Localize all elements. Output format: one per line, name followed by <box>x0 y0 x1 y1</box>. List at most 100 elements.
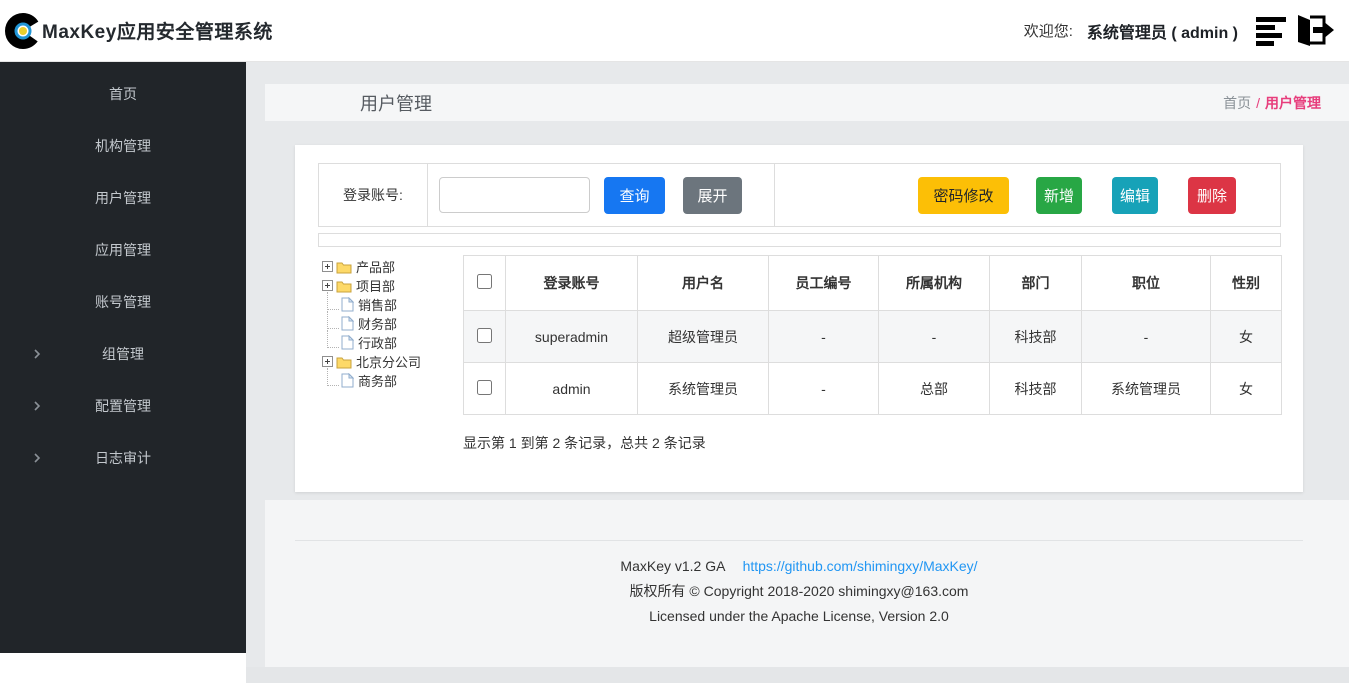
expand-button[interactable]: 展开 <box>683 177 742 214</box>
sidebar-item-group-management[interactable]: 组管理 <box>0 328 246 380</box>
file-icon <box>341 373 354 388</box>
tree-connector <box>327 311 339 329</box>
cell-user-name: 系统管理员 <box>638 363 769 415</box>
tree-node-beijing-branch[interactable]: 北京分公司 <box>322 352 462 371</box>
bottom-strip <box>246 667 1349 683</box>
column-header: 员工编号 <box>769 256 879 311</box>
cell-organization: 总部 <box>879 363 990 415</box>
breadcrumb: 首页/用户管理 <box>1223 93 1321 113</box>
folder-icon <box>336 279 352 293</box>
edit-button[interactable]: 编辑 <box>1112 177 1158 214</box>
cell-gender: 女 <box>1211 363 1282 415</box>
sidebar-item-label: 首页 <box>109 84 137 104</box>
plus-square-icon[interactable] <box>322 261 333 272</box>
folder-icon <box>336 355 352 369</box>
sidebar-item-label: 应用管理 <box>95 240 151 260</box>
breadcrumb-current: 用户管理 <box>1265 95 1321 111</box>
add-button[interactable]: 新增 <box>1036 177 1082 214</box>
sidebar-item-user-management[interactable]: 用户管理 <box>0 172 246 224</box>
footer-text: MaxKey v1.2 GA https://github.com/shimin… <box>295 558 1303 631</box>
tree-node-sales-dept[interactable]: 销售部 <box>322 295 462 314</box>
folder-icon <box>336 260 352 274</box>
page-title-bar: 用户管理 首页/用户管理 <box>265 84 1349 121</box>
sidebar-item-audit-log[interactable]: 日志审计 <box>0 432 246 484</box>
footer-github-link[interactable]: https://github.com/shimingxy/MaxKey/ <box>743 558 978 574</box>
header-right: 欢迎您: 系统管理员 ( admin ) <box>1024 13 1349 49</box>
cell-gender: 女 <box>1211 311 1282 363</box>
search-toolbar: 登录账号: 查询 展开 密码修改 新增 编辑 删除 <box>318 163 1281 227</box>
footer-divider <box>295 540 1303 541</box>
cell-department: 科技部 <box>990 363 1082 415</box>
top-header: MaxKey应用安全管理系统 欢迎您: 系统管理员 ( admin ) <box>0 0 1349 62</box>
sidebar-item-label: 用户管理 <box>95 188 151 208</box>
tree-node-project-dept[interactable]: 项目部 <box>322 276 462 295</box>
cell-login-account: admin <box>506 363 638 415</box>
logout-icon[interactable] <box>1293 13 1335 49</box>
chevron-right-icon <box>32 400 42 412</box>
cell-user-name: 超级管理员 <box>638 311 769 363</box>
main-content: 用户管理 首页/用户管理 登录账号: 查询 展开 密码修改 新增 编辑 删除 <box>246 62 1349 683</box>
users-table: 登录账号 用户名 员工编号 所属机构 部门 职位 性别 superad <box>463 255 1282 415</box>
sidebar-item-home[interactable]: 首页 <box>0 68 246 120</box>
table-header-row: 登录账号 用户名 员工编号 所属机构 部门 职位 性别 <box>464 256 1282 311</box>
record-summary: 显示第 1 到第 2 条记录，总共 2 条记录 <box>463 433 706 453</box>
cell-position: - <box>1082 311 1211 363</box>
login-account-input[interactable] <box>439 177 590 213</box>
tree-node-label: 产品部 <box>356 257 395 276</box>
file-icon <box>341 335 354 350</box>
table-row[interactable]: superadmin 超级管理员 - - 科技部 - 女 <box>464 311 1282 363</box>
cell-organization: - <box>879 311 990 363</box>
cell-login-account: superadmin <box>506 311 638 363</box>
sidebar-item-label: 日志审计 <box>95 448 151 468</box>
sidebar-item-app-management[interactable]: 应用管理 <box>0 224 246 276</box>
change-password-button[interactable]: 密码修改 <box>918 177 1009 214</box>
query-button[interactable]: 查询 <box>604 177 665 214</box>
page-title: 用户管理 <box>360 90 432 116</box>
cell-employee-no: - <box>769 311 879 363</box>
row-checkbox[interactable] <box>477 328 492 343</box>
footer-version: MaxKey v1.2 GA <box>620 558 724 574</box>
column-header: 职位 <box>1082 256 1211 311</box>
column-header: 性别 <box>1211 256 1282 311</box>
tree-node-label: 北京分公司 <box>356 352 421 371</box>
select-all-cell <box>464 256 506 311</box>
sidebar-nav: 首页 机构管理 用户管理 应用管理 账号管理 组管理 配置管理 <box>0 62 246 653</box>
file-icon <box>341 316 354 331</box>
search-field-area: 查询 展开 <box>428 164 775 226</box>
tree-node-product-dept[interactable]: 产品部 <box>322 257 462 276</box>
row-checkbox[interactable] <box>477 380 492 395</box>
tree-node-label: 商务部 <box>358 371 397 390</box>
sidebar-item-account-management[interactable]: 账号管理 <box>0 276 246 328</box>
chevron-right-icon <box>32 452 42 464</box>
breadcrumb-home-link[interactable]: 首页 <box>1223 95 1251 111</box>
select-all-checkbox[interactable] <box>477 274 492 289</box>
row-select-cell <box>464 311 506 363</box>
sidebar-item-org-management[interactable]: 机构管理 <box>0 120 246 172</box>
app-window: MaxKey应用安全管理系统 欢迎您: 系统管理员 ( admin ) <box>0 0 1349 683</box>
column-header: 用户名 <box>638 256 769 311</box>
tree-node-finance-dept[interactable]: 财务部 <box>322 314 462 333</box>
content-card: 登录账号: 查询 展开 密码修改 新增 编辑 删除 <box>295 145 1303 492</box>
cell-employee-no: - <box>769 363 879 415</box>
sidebar-item-label: 配置管理 <box>95 396 151 416</box>
tree-node-admin-dept[interactable]: 行政部 <box>322 333 462 352</box>
plus-square-icon[interactable] <box>322 356 333 367</box>
tree-node-label: 财务部 <box>358 314 397 333</box>
tree-node-business-dept[interactable]: 商务部 <box>322 371 462 390</box>
sidebar-item-config-management[interactable]: 配置管理 <box>0 380 246 432</box>
tree-connector <box>327 292 339 310</box>
plus-square-icon[interactable] <box>322 280 333 291</box>
column-header: 登录账号 <box>506 256 638 311</box>
login-account-label: 登录账号: <box>319 164 428 226</box>
table-row[interactable]: admin 系统管理员 - 总部 科技部 系统管理员 女 <box>464 363 1282 415</box>
footer-license: Licensed under the Apache License, Versi… <box>295 608 1303 624</box>
menu-icon[interactable] <box>1256 14 1289 48</box>
action-buttons: 密码修改 新增 编辑 删除 <box>775 164 1280 226</box>
delete-button[interactable]: 删除 <box>1188 177 1236 214</box>
tree-node-label: 项目部 <box>356 276 395 295</box>
table-toolbar-strip <box>318 233 1281 247</box>
app-title: MaxKey应用安全管理系统 <box>42 17 273 44</box>
tree-connector <box>327 330 339 348</box>
footer-copyright: 版权所有 © Copyright 2018-2020 shimingxy@163… <box>295 581 1303 601</box>
cell-position: 系统管理员 <box>1082 363 1211 415</box>
